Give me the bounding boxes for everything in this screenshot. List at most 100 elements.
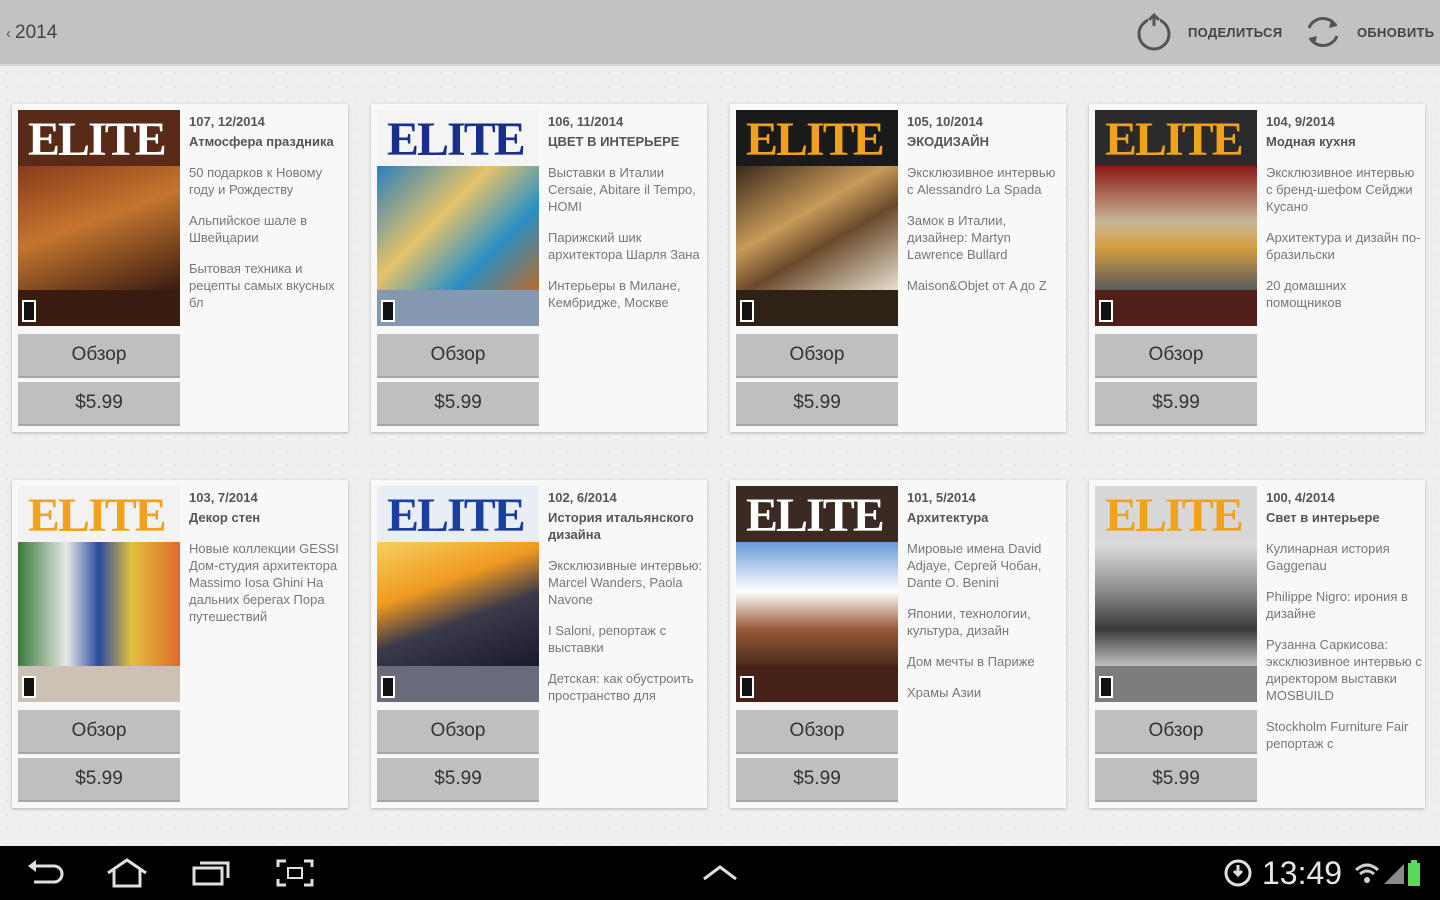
description-line: Maison&Objet от A до Z [907,278,1047,293]
issue-cover-image[interactable]: ELITE [736,486,898,702]
issue-card[interactable]: ELITE Обзор $5.99 105, 10/2014 ЭКОДИЗАЙН… [730,104,1066,432]
description-line: Эксклюзивное интервью с Alessandro La Sp… [907,165,1056,197]
back-title: 2014 [15,22,58,43]
issue-number: 104, 9/2014 [1266,114,1335,129]
screenshot-icon [276,859,314,887]
issue-info: 103, 7/2014 Декор стен Новые коллекции G… [189,490,345,639]
description-line: Замок в Италии, дизайнер: Martyn Lawrenc… [907,213,1011,262]
share-icon [1137,12,1171,51]
preview-button[interactable]: Обзор [377,334,539,378]
issue-cover-image[interactable]: ELITE [377,486,539,702]
issue-info: 102, 6/2014 История итальянского дизайна… [548,490,704,718]
cover-title: ELITE [746,113,885,166]
description-line: 20 домашних помощников [1266,278,1347,310]
issue-cover-image[interactable]: ELITE [1095,486,1257,702]
issue-card[interactable]: ELITE Обзор $5.99 101, 5/2014 Архитектур… [730,480,1066,808]
preview-button[interactable]: Обзор [736,710,898,754]
preview-button[interactable]: Обзор [736,334,898,378]
issue-info: 107, 12/2014 Атмосфера праздника 50 пода… [189,114,345,325]
cover-title: ELITE [746,489,885,542]
share-button[interactable]: ПОДЕЛИТЬСЯ [1134,12,1282,52]
issue-headline: ЭКОДИЗАЙН [907,134,989,149]
buy-price-button[interactable]: $5.99 [18,758,180,802]
issue-headline: ЦВЕТ В ИНТЕРЬЕРЕ [548,134,680,149]
buy-price-button[interactable]: $5.99 [1095,382,1257,426]
back-nav-button[interactable] [24,846,64,900]
description-line: Кулинарная история Gaggenau [1266,541,1390,573]
issue-cover-image[interactable]: ELITE [1095,110,1257,326]
issue-number: 102, 6/2014 [548,490,617,505]
issue-card[interactable]: ELITE Обзор $5.99 100, 4/2014 Свет в инт… [1089,480,1425,808]
issue-description: Кулинарная история Gaggenau Philippe Nig… [1266,540,1422,766]
description-line: Бытовая техника и рецепты самых вкусных … [189,261,335,310]
menu-up-button[interactable] [700,846,740,900]
description-line: 50 подарков к Новому году и Рождеству [189,165,323,197]
cell-signal-icon [1384,864,1404,884]
cover-title: ELITE [387,489,526,542]
issue-card[interactable]: ELITE Обзор $5.99 103, 7/2014 Декор стен… [12,480,348,808]
share-label: ПОДЕЛИТЬСЯ [1188,24,1283,40]
issue-info: 105, 10/2014 ЭКОДИЗАЙН Эксклюзивное инте… [907,114,1063,308]
issue-number: 103, 7/2014 [189,490,258,505]
issue-card[interactable]: ELITE Обзор $5.99 106, 11/2014 ЦВЕТ В ИН… [371,104,707,432]
issue-cover-image[interactable]: ELITE [377,110,539,326]
action-bar: ‹ 2014 ПОДЕЛИТЬСЯ ОБНОВИТЬ [0,0,1440,66]
description-line: Альпийское шале в Швейцарии [189,213,307,245]
buy-price-button[interactable]: $5.99 [18,382,180,426]
description-line: Храмы Азии [907,685,982,700]
issue-description: Выставки в Италии Cersaie, Abitare il Te… [548,164,704,325]
issue-info: 100, 4/2014 Свет в интерьере Кулинарная … [1266,490,1422,766]
issue-card[interactable]: ELITE Обзор $5.99 104, 9/2014 Модная кух… [1089,104,1425,432]
status-icons [1222,846,1254,900]
cover-title: ELITE [1105,489,1244,542]
recent-apps-button[interactable] [190,846,232,900]
description-line: I Saloni, репортаж с выставки [548,623,667,655]
issue-description: Эксклюзивные интервью: Marcel Wanders, P… [548,557,704,718]
refresh-icon [1307,16,1339,48]
issue-number: 107, 12/2014 [189,114,265,129]
home-nav-button[interactable] [104,846,150,900]
description-line: Дом мечты в Париже [907,654,1035,669]
buy-price-button[interactable]: $5.99 [736,758,898,802]
buy-price-button[interactable]: $5.99 [1095,758,1257,802]
issue-number: 100, 4/2014 [1266,490,1335,505]
screenshot-button[interactable] [274,846,316,900]
issue-info: 106, 11/2014 ЦВЕТ В ИНТЕРЬЕРЕ Выставки в… [548,114,704,325]
preview-button[interactable]: Обзор [18,710,180,754]
back-button[interactable]: ‹ 2014 [6,20,57,46]
description-line: Парижский шик архитектора Шарля Зана [548,230,700,262]
buy-price-button[interactable]: $5.99 [377,758,539,802]
description-line: Интерьеры в Милане, Кембридже, Москве [548,278,681,310]
chevron-up-icon [703,865,737,881]
preview-button[interactable]: Обзор [1095,334,1257,378]
issue-description: Эксклюзивное интервью с бренд-шефом Сейд… [1266,164,1422,325]
issue-cover-image[interactable]: ELITE [18,486,180,702]
issue-card[interactable]: ELITE Обзор $5.99 107, 12/2014 Атмосфера… [12,104,348,432]
issue-headline: Модная кухня [1266,134,1356,149]
issue-card[interactable]: ELITE Обзор $5.99 102, 6/2014 История ит… [371,480,707,808]
cover-title: ELITE [387,113,526,166]
refresh-button[interactable]: ОБНОВИТЬ [1303,12,1434,52]
preview-button[interactable]: Обзор [1095,710,1257,754]
chevron-left-icon: ‹ [6,24,11,42]
description-line: Эксклюзивные интервью: Marcel Wanders, P… [548,558,703,607]
description-line: Мировые имена David Adjaye, Сергей Чобан… [907,541,1042,590]
issue-headline: История итальянского дизайна [548,510,694,542]
issue-headline: Архитектура [907,510,989,525]
refresh-label: ОБНОВИТЬ [1357,24,1435,40]
issue-headline: Декор стен [189,510,261,525]
preview-button[interactable]: Обзор [377,710,539,754]
issue-cover-image[interactable]: ELITE [18,110,180,326]
issue-cover-image[interactable]: ELITE [736,110,898,326]
issue-headline: Атмосфера праздника [189,134,334,149]
description-line: Новые коллекции GESSI Дом-студия архитек… [189,541,339,624]
buy-price-button[interactable]: $5.99 [377,382,539,426]
issue-number: 101, 5/2014 [907,490,976,505]
issue-number: 106, 11/2014 [548,114,624,129]
back-arrow-icon [28,860,64,884]
preview-button[interactable]: Обзор [18,334,180,378]
description-line: Архитектура и дизайн по-бразильски [1266,230,1421,262]
description-line: Stockholm Furniture Fair репортаж с [1266,719,1409,751]
buy-price-button[interactable]: $5.99 [736,382,898,426]
issue-info: 101, 5/2014 Архитектура Мировые имена Da… [907,490,1063,715]
